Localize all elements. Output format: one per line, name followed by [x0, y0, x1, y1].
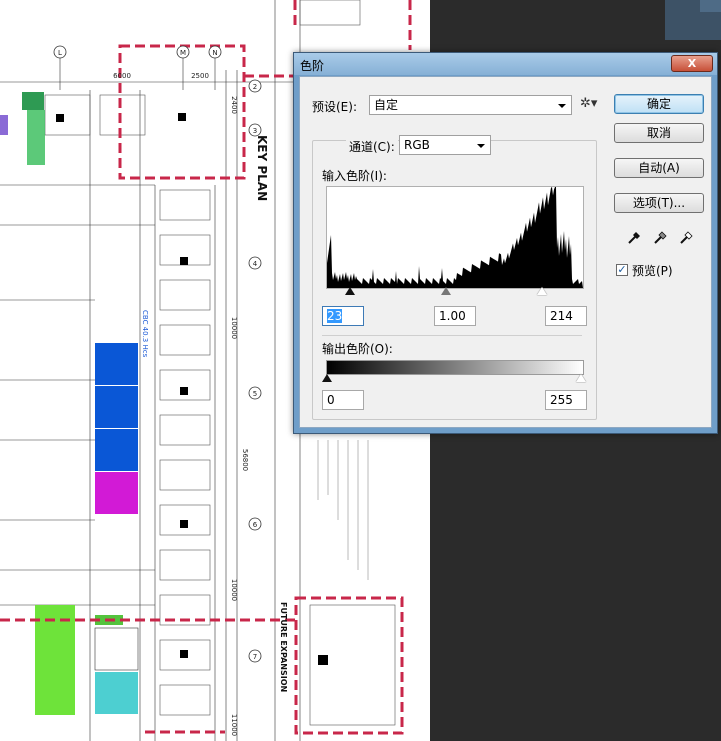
dimension-label: 6000 [113, 72, 131, 80]
ok-button[interactable]: 确定 [614, 94, 704, 114]
input-black-value: 23 [327, 309, 343, 323]
dimension-label: 2400 [230, 96, 238, 114]
gray-eyedropper-icon[interactable] [652, 228, 670, 246]
black-eyedropper-icon[interactable] [626, 228, 644, 246]
input-white-field[interactable]: 214 [545, 306, 587, 326]
output-black-value: 0 [327, 393, 335, 407]
row-circle-label: 2 [253, 83, 257, 91]
dimension-label: 11000 [230, 714, 238, 736]
chevron-down-icon [558, 104, 566, 108]
histogram-chart [326, 186, 584, 289]
slider-triangle-icon [537, 287, 547, 295]
input-gamma-field[interactable]: 1.00 [434, 306, 476, 326]
dimension-label: 10000 [230, 579, 238, 601]
gear-icon[interactable]: ✲▾ [580, 96, 597, 111]
histogram-svg [327, 187, 583, 288]
row-circle-label: 4 [253, 260, 258, 268]
row-circle-label: 6 [253, 521, 258, 529]
histogram-area [327, 187, 583, 288]
levels-dialog: 色阶 X 预设(E): 自定 ✲▾ 通道(C): RGB 输入色阶(I): 23… [293, 52, 718, 434]
output-black-field[interactable]: 0 [322, 390, 364, 410]
grid-circle-label: M [180, 49, 186, 57]
channel-label: 通道(C): [346, 138, 398, 155]
grid-circle-label: N [212, 49, 217, 57]
output-white-value: 255 [550, 393, 573, 407]
dimension-label: 2500 [191, 72, 209, 80]
slider-triangle-icon [345, 287, 355, 295]
preset-label: 预设(E): [312, 100, 357, 114]
cbc-label: CBC 40.3 Hcs [141, 310, 149, 358]
input-levels-label: 输入色阶(I): [322, 169, 387, 183]
preset-value: 自定 [374, 98, 399, 112]
slider-triangle-icon [576, 374, 586, 382]
input-white-value: 214 [550, 309, 573, 323]
dialog-client-area: 预设(E): 自定 ✲▾ 通道(C): RGB 输入色阶(I): 23 1.00… [299, 76, 712, 428]
input-black-field[interactable]: 23 [322, 306, 364, 326]
input-gamma-value: 1.00 [439, 309, 466, 323]
slider-triangle-icon [441, 287, 451, 295]
future-expansion-label: FUTURE EXPANSION [279, 602, 288, 692]
dialog-titlebar[interactable]: 色阶 X [294, 53, 717, 75]
preset-select[interactable]: 自定 [369, 95, 572, 115]
row-circle-label: 7 [253, 653, 257, 661]
output-gradient-bar [326, 360, 584, 375]
channel-select[interactable]: RGB [399, 135, 491, 155]
preview-checkbox[interactable]: ✓ [616, 264, 628, 276]
dimension-label: 56800 [241, 449, 249, 471]
key-plan-label: KEY PLAN [255, 135, 269, 201]
row-circle-label: 5 [253, 390, 257, 398]
cancel-button[interactable]: 取消 [614, 123, 704, 143]
close-button[interactable]: X [671, 55, 713, 72]
check-icon: ✓ [617, 263, 627, 276]
output-white-field[interactable]: 255 [545, 390, 587, 410]
output-levels-label: 输出色阶(O): [322, 342, 393, 356]
auto-button[interactable]: 自动(A) [614, 158, 704, 178]
channel-value: RGB [404, 138, 430, 152]
chevron-down-icon [477, 144, 485, 148]
slider-triangle-icon [322, 374, 332, 382]
row-circle-label: 3 [253, 127, 257, 135]
section-divider [322, 335, 582, 336]
dialog-title: 色阶 [300, 59, 325, 73]
white-eyedropper-icon[interactable] [678, 228, 696, 246]
dimension-label: 10000 [230, 317, 238, 339]
grid-circle-label: L [58, 49, 62, 57]
preview-label[interactable]: 预览(P) [632, 262, 673, 279]
options-button[interactable]: 选项(T)... [614, 193, 704, 213]
